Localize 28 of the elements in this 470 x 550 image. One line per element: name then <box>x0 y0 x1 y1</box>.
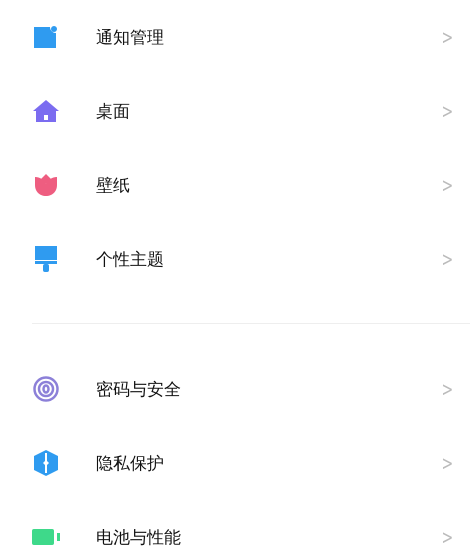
chevron-icon: > <box>442 173 454 197</box>
settings-row[interactable]: 隐私保护 > <box>0 426 470 500</box>
chevron-icon: > <box>442 377 454 401</box>
settings-row[interactable]: 壁纸 > <box>0 148 470 222</box>
house-icon <box>33 100 59 122</box>
fingerprint-icon <box>33 376 59 402</box>
settings-row[interactable]: 通知管理 > <box>0 0 470 74</box>
chevron-icon: > <box>442 99 454 123</box>
settings-row[interactable]: 密码与安全 > <box>0 352 470 426</box>
chevron-icon: > <box>442 25 454 49</box>
row-label: 密码与安全 <box>96 378 182 400</box>
settings-row[interactable]: 桌面 > <box>0 74 470 148</box>
tulip-icon <box>34 174 58 196</box>
shield-icon <box>34 450 58 476</box>
settings-row[interactable]: 个性主题 > <box>0 222 470 296</box>
notification-icon <box>34 26 58 48</box>
row-label: 个性主题 <box>96 248 165 270</box>
row-label: 隐私保护 <box>96 452 165 474</box>
settings-row[interactable]: 电池与性能 > <box>0 500 470 550</box>
paint-roller-icon <box>35 246 57 272</box>
chevron-icon: > <box>442 247 454 271</box>
chevron-icon: > <box>442 451 454 475</box>
row-label: 桌面 <box>96 100 131 122</box>
row-label: 壁纸 <box>96 174 131 196</box>
row-label: 通知管理 <box>96 26 165 48</box>
battery-icon <box>32 529 60 545</box>
chevron-icon: > <box>442 525 454 549</box>
row-label: 电池与性能 <box>96 526 182 548</box>
